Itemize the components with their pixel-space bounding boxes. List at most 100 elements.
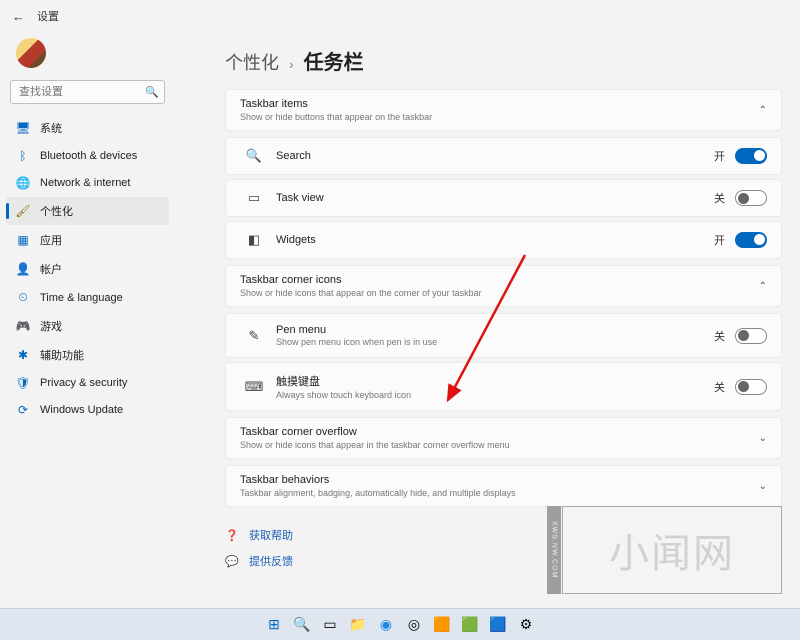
feedback-label: 提供反馈	[249, 553, 293, 569]
watermark: 小闻网	[562, 506, 782, 594]
chevron-down-icon: ⌄	[759, 433, 767, 444]
nav-icon: 🎮	[16, 319, 30, 333]
sidebar-item-7[interactable]: 🎮游戏	[6, 312, 169, 340]
row-icon: ◧	[240, 232, 268, 248]
toggle-state-label: 开	[711, 232, 725, 248]
row-icon: ⌨	[240, 379, 268, 395]
nav-icon: 🛡	[16, 376, 30, 390]
start-button[interactable]: ⊞	[263, 614, 285, 636]
section-taskbar-items-header[interactable]: Taskbar items Show or hide buttons that …	[225, 89, 782, 131]
toggle-switch[interactable]	[735, 379, 767, 395]
chevron-right-icon: ›	[289, 56, 294, 72]
nav-label: Windows Update	[40, 404, 123, 416]
user-avatar[interactable]	[16, 38, 46, 68]
nav-label: 个性化	[40, 203, 73, 219]
toggle-state-label: 开	[711, 148, 725, 164]
section-corner-icons-header[interactable]: Taskbar corner icons Show or hide icons …	[225, 265, 782, 307]
nav-label: 帐户	[40, 261, 62, 277]
app-icon-3[interactable]: 🟦	[487, 614, 509, 636]
sidebar: 🔍 🖥 系统 ᛒ Bluetooth & devices 🌐 Network & inte…	[0, 32, 175, 608]
sidebar-item-5[interactable]: 👤 帐户	[6, 255, 169, 283]
search-icon: 🔍	[145, 86, 159, 99]
help-icon: ❓	[225, 529, 239, 542]
section-title: Taskbar items	[240, 98, 432, 110]
row-label: Widgets	[276, 234, 711, 246]
sidebar-item-3[interactable]: 🖌 个性化	[6, 197, 169, 225]
feedback-icon: 💬	[225, 555, 239, 568]
page-title: 任务栏	[304, 46, 364, 75]
setting-row: ▭ Task view 关	[225, 179, 782, 217]
nav-icon: 🌐	[16, 176, 30, 190]
row-sublabel: Show pen menu icon when pen is in use	[276, 337, 711, 347]
taskbar-search-icon[interactable]: 🔍	[291, 614, 313, 636]
section-overflow-header[interactable]: Taskbar corner overflow Show or hide ico…	[225, 417, 782, 459]
row-label: Pen menu	[276, 324, 711, 336]
nav-label: Time & language	[40, 292, 123, 304]
edge-icon[interactable]: ◉	[375, 614, 397, 636]
nav-icon: 👤	[16, 262, 30, 276]
setting-row: 🔍 Search 开	[225, 137, 782, 175]
toggle-state-label: 关	[711, 328, 725, 344]
sidebar-item-6[interactable]: ⏲ Time & language	[6, 284, 169, 311]
app-icon-2[interactable]: 🟩	[459, 614, 481, 636]
row-icon: ▭	[240, 190, 268, 206]
toggle-switch[interactable]	[735, 328, 767, 344]
app-icon-1[interactable]: 🟧	[431, 614, 453, 636]
toggle-state-label: 关	[711, 190, 725, 206]
nav-icon: ✱	[16, 348, 30, 362]
nav-icon: ᛒ	[16, 149, 30, 163]
sidebar-item-2[interactable]: 🌐 Network & internet	[6, 170, 169, 196]
nav-icon: 🖌	[16, 204, 30, 218]
row-label: 触摸键盘	[276, 373, 711, 389]
nav-icon: 🖥	[16, 121, 30, 135]
toggle-switch[interactable]	[735, 232, 767, 248]
section-subtitle: Taskbar alignment, badging, automaticall…	[240, 488, 516, 498]
window-title: 设置	[37, 8, 59, 24]
section-title: Taskbar corner icons	[240, 274, 482, 286]
sidebar-item-1[interactable]: ᛒ Bluetooth & devices	[6, 143, 169, 169]
toggle-switch[interactable]	[735, 148, 767, 164]
chevron-down-icon: ⌄	[759, 481, 767, 492]
nav-icon: ▦	[16, 233, 30, 247]
section-behaviors-header[interactable]: Taskbar behaviors Taskbar alignment, bad…	[225, 465, 782, 507]
nav-label: 应用	[40, 232, 62, 248]
taskbar: ⊞ 🔍 ▭ 📁 ◉ ◎ 🟧 🟩 🟦 ⚙	[0, 608, 800, 640]
settings-icon[interactable]: ⚙	[515, 614, 537, 636]
section-title: Taskbar corner overflow	[240, 426, 510, 438]
sidebar-item-10[interactable]: ⟳ Windows Update	[6, 397, 169, 423]
toggle-switch[interactable]	[735, 190, 767, 206]
search-input[interactable]	[10, 80, 165, 104]
setting-row: ✎ Pen menu Show pen menu icon when pen i…	[225, 313, 782, 358]
explorer-icon[interactable]: 📁	[347, 614, 369, 636]
watermark-side: XWS.NW.COM	[547, 506, 561, 594]
chevron-up-icon: ⌃	[759, 105, 767, 116]
nav-label: Bluetooth & devices	[40, 150, 137, 162]
row-sublabel: Always show touch keyboard icon	[276, 390, 711, 400]
row-icon: 🔍	[240, 148, 268, 164]
back-button[interactable]: ←	[12, 9, 25, 24]
setting-row: ◧ Widgets 开	[225, 221, 782, 259]
nav-icon: ⏲	[16, 290, 30, 305]
section-subtitle: Show or hide icons that appear in the ta…	[240, 440, 510, 450]
breadcrumb-parent[interactable]: 个性化	[225, 49, 279, 75]
nav-label: 辅助功能	[40, 347, 84, 363]
section-title: Taskbar behaviors	[240, 474, 516, 486]
nav-label: Privacy & security	[40, 377, 127, 389]
section-subtitle: Show or hide buttons that appear on the …	[240, 112, 432, 122]
taskview-icon[interactable]: ▭	[319, 614, 341, 636]
sidebar-item-8[interactable]: ✱ 辅助功能	[6, 341, 169, 369]
sidebar-item-4[interactable]: ▦ 应用	[6, 226, 169, 254]
setting-row: ⌨ 触摸键盘 Always show touch keyboard icon 关	[225, 362, 782, 411]
row-label: Search	[276, 150, 711, 162]
sidebar-item-0[interactable]: 🖥 系统	[6, 114, 169, 142]
breadcrumb: 个性化 › 任务栏	[225, 46, 782, 75]
section-subtitle: Show or hide icons that appear on the co…	[240, 288, 482, 298]
nav-label: Network & internet	[40, 177, 130, 189]
sidebar-item-9[interactable]: 🛡 Privacy & security	[6, 370, 169, 396]
chrome-icon[interactable]: ◎	[403, 614, 425, 636]
row-label: Task view	[276, 192, 711, 204]
nav-icon: ⟳	[16, 403, 30, 417]
toggle-state-label: 关	[711, 379, 725, 395]
nav-label: 系统	[40, 120, 62, 136]
sidebar-nav: 🖥 系统 ᛒ Bluetooth & devices 🌐 Network & intern…	[6, 114, 169, 423]
